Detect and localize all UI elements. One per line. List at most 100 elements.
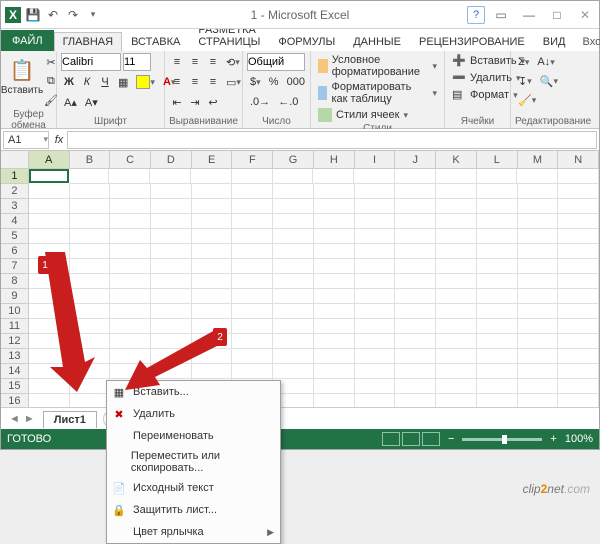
increase-indent-icon[interactable]: ⇥ [187, 93, 203, 111]
cell[interactable] [436, 184, 477, 199]
cell[interactable] [151, 259, 192, 274]
select-all-corner[interactable] [1, 151, 29, 168]
cell[interactable] [558, 199, 599, 214]
cell[interactable] [273, 199, 314, 214]
cell[interactable] [192, 229, 233, 244]
cell[interactable] [436, 304, 477, 319]
cell[interactable] [151, 244, 192, 259]
cell[interactable] [354, 169, 395, 184]
cell[interactable] [232, 229, 273, 244]
ctx-view-code[interactable]: 📄Исходный текст [107, 477, 280, 499]
cell[interactable] [436, 229, 477, 244]
cell[interactable] [29, 259, 70, 274]
autosum-icon[interactable]: Σ [515, 53, 532, 71]
cell[interactable] [273, 214, 314, 229]
cell[interactable] [313, 169, 354, 184]
row-header[interactable]: 8 [1, 274, 29, 289]
cell[interactable] [70, 184, 111, 199]
cell[interactable] [395, 274, 436, 289]
cell[interactable] [355, 349, 396, 364]
cell[interactable] [518, 349, 559, 364]
cell[interactable] [395, 229, 436, 244]
cell[interactable] [518, 394, 559, 407]
redo-icon[interactable]: ↷ [65, 7, 81, 23]
cell[interactable] [477, 394, 518, 407]
cell[interactable] [558, 169, 599, 184]
cell[interactable] [70, 319, 111, 334]
percent-icon[interactable]: % [266, 73, 282, 91]
cell[interactable] [110, 229, 151, 244]
cell[interactable] [273, 169, 314, 184]
tab-view[interactable]: ВИД [534, 32, 575, 51]
cell[interactable] [355, 379, 396, 394]
cell[interactable] [29, 244, 70, 259]
cell[interactable] [436, 289, 477, 304]
fill-icon[interactable]: ↧ [515, 72, 535, 90]
cell[interactable] [273, 184, 314, 199]
cell[interactable] [70, 229, 111, 244]
cell[interactable] [558, 319, 599, 334]
cell[interactable] [151, 229, 192, 244]
cell[interactable] [192, 349, 233, 364]
cell[interactable] [70, 364, 111, 379]
fill-color-icon[interactable] [133, 73, 158, 91]
cell[interactable] [192, 319, 233, 334]
cell[interactable] [110, 199, 151, 214]
cell[interactable] [192, 304, 233, 319]
cell[interactable] [29, 394, 70, 407]
cell[interactable] [70, 274, 111, 289]
cell[interactable] [70, 379, 111, 394]
cell[interactable] [477, 304, 518, 319]
cell[interactable] [518, 289, 559, 304]
cell[interactable] [477, 244, 518, 259]
cell-styles-button[interactable]: Стили ячеек [315, 107, 411, 123]
cell[interactable] [477, 169, 518, 184]
sheet-nav-prev-icon[interactable]: ◄ [9, 413, 20, 425]
cell[interactable] [69, 169, 110, 184]
cell[interactable] [436, 379, 477, 394]
cell[interactable] [273, 304, 314, 319]
cell[interactable] [273, 259, 314, 274]
cell[interactable] [232, 289, 273, 304]
cell[interactable] [110, 184, 151, 199]
cell[interactable] [436, 244, 477, 259]
cell[interactable] [558, 214, 599, 229]
format-as-table-button[interactable]: Форматировать как таблицу [315, 80, 440, 106]
col-header[interactable]: F [232, 151, 273, 168]
formula-input[interactable] [67, 131, 597, 149]
cell[interactable] [518, 364, 559, 379]
cell[interactable] [29, 274, 70, 289]
qat-customize-icon[interactable] [85, 7, 101, 23]
tab-formulas[interactable]: ФОРМУЛЫ [269, 32, 344, 51]
cell[interactable] [232, 214, 273, 229]
col-header[interactable]: G [273, 151, 314, 168]
cell[interactable] [70, 304, 111, 319]
ribbon-display-options-icon[interactable]: ▭ [489, 6, 513, 24]
col-header[interactable]: A [29, 151, 70, 168]
cell[interactable] [395, 259, 436, 274]
cell[interactable] [436, 259, 477, 274]
row-header[interactable]: 13 [1, 349, 29, 364]
cell[interactable] [355, 244, 396, 259]
name-box[interactable]: A1▾ [3, 131, 49, 149]
cell[interactable] [232, 259, 273, 274]
cell[interactable] [314, 319, 355, 334]
underline-icon[interactable]: Ч [97, 73, 113, 91]
clear-icon[interactable]: 🧹 [515, 91, 539, 109]
cell[interactable] [232, 184, 273, 199]
zoom-level[interactable]: 100% [565, 433, 593, 445]
cell[interactable] [29, 304, 70, 319]
cell[interactable] [29, 214, 70, 229]
row-header[interactable]: 6 [1, 244, 29, 259]
cell[interactable] [273, 364, 314, 379]
cell[interactable] [558, 184, 599, 199]
cell[interactable] [558, 334, 599, 349]
ctx-rename[interactable]: Переименовать [107, 425, 280, 447]
cell[interactable] [70, 349, 111, 364]
decrease-font-icon[interactable]: A▾ [82, 93, 101, 111]
cell[interactable] [436, 199, 477, 214]
cell[interactable] [151, 199, 192, 214]
cell[interactable] [355, 304, 396, 319]
chevron-down-icon[interactable]: ▾ [43, 134, 48, 145]
cell[interactable] [436, 349, 477, 364]
